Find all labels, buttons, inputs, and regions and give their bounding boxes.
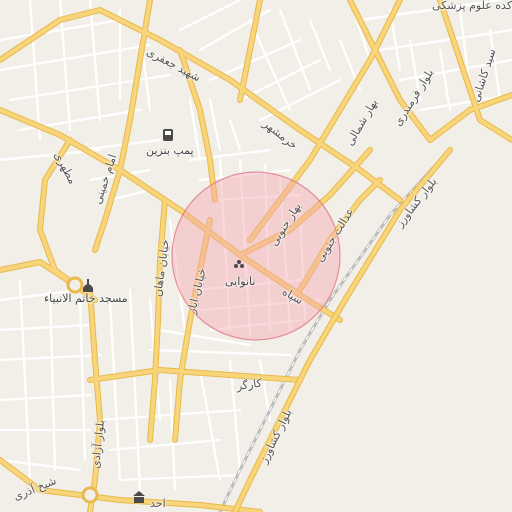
map-view[interactable]: کده علوم پزشکی شهید جعفری مطهری پمپ بنزی… <box>0 0 512 512</box>
label-gas-station: پمپ بنزین <box>146 144 194 157</box>
map-canvas[interactable] <box>0 0 512 512</box>
label-bottom: احد <box>150 497 166 510</box>
label-medical-college: کده علوم پزشکی <box>432 0 512 12</box>
label-nanvaei: نانوایی <box>225 275 256 288</box>
label-masjed-khatam: مسجد خاتم الانبیاء <box>44 292 128 305</box>
label-kargar: کارگر <box>235 376 263 393</box>
gas-pump-icon[interactable] <box>163 129 173 141</box>
